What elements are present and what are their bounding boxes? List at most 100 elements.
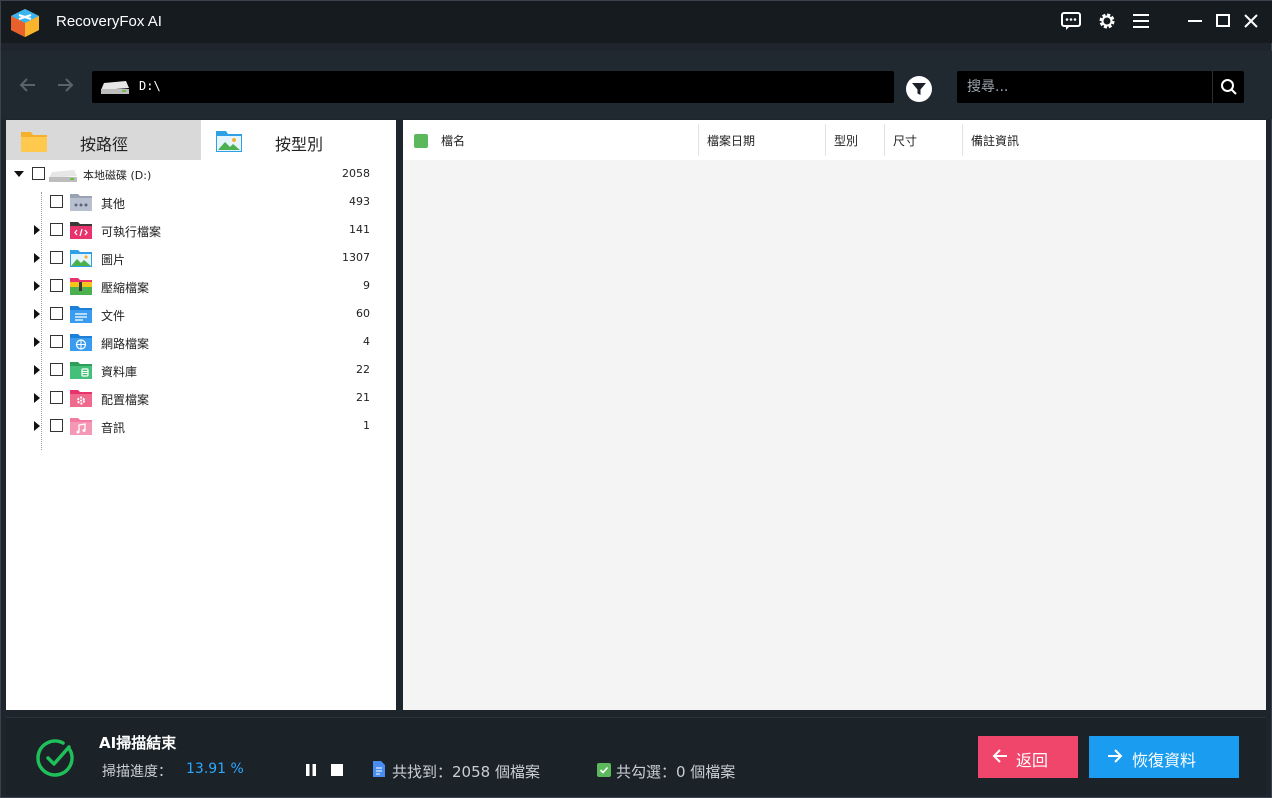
tab-by-path[interactable]: 按路徑: [6, 120, 201, 160]
collapse-arrow-icon[interactable]: [13, 168, 25, 180]
item-checkbox[interactable]: [50, 195, 63, 208]
category-panel: 按路徑 按型別 本地磁碟 (D:) 2058 其他 493 可執行檔案 141 …: [6, 120, 396, 710]
search-icon: [1220, 79, 1237, 95]
item-checkbox[interactable]: [50, 391, 63, 404]
item-count: 9: [363, 279, 370, 292]
column-divider[interactable]: [825, 124, 826, 156]
root-label: 本地磁碟 (D:): [83, 169, 152, 182]
tab-by-type[interactable]: 按型別: [201, 120, 396, 160]
item-checkbox[interactable]: [50, 307, 63, 320]
item-checkbox[interactable]: [50, 251, 63, 264]
path-bar[interactable]: D:\: [92, 71, 894, 103]
item-label: 可執行檔案: [101, 225, 162, 239]
archive-folder-icon: [70, 278, 92, 295]
settings-icon[interactable]: [1095, 10, 1119, 32]
image-folder-icon: [216, 131, 242, 152]
tree-item-documents[interactable]: 文件 60: [6, 300, 396, 328]
picture-folder-icon: [70, 250, 92, 267]
selected-count-text: 共勾選：0 個檔案: [616, 763, 736, 781]
scan-complete-icon: [36, 739, 74, 777]
path-text: D:\: [139, 79, 161, 93]
close-icon[interactable]: [1239, 10, 1263, 32]
recover-button[interactable]: 恢復資料: [1089, 736, 1239, 778]
item-count: 1: [363, 419, 370, 432]
progress-value: 13.91 %: [186, 761, 244, 777]
column-divider[interactable]: [884, 124, 885, 156]
search-input[interactable]: [957, 71, 1212, 103]
filter-button[interactable]: [906, 76, 932, 102]
column-type[interactable]: 型別: [834, 132, 858, 149]
arrow-right-icon: [1108, 749, 1123, 763]
column-notes[interactable]: 備註資訊: [971, 132, 1019, 149]
tree-item-executable[interactable]: 可執行檔案 141: [6, 216, 396, 244]
item-label: 圖片: [101, 253, 126, 267]
item-checkbox[interactable]: [50, 279, 63, 292]
search-button[interactable]: [1212, 71, 1244, 103]
stop-button[interactable]: [331, 764, 343, 776]
filter-icon: [912, 83, 926, 95]
expand-arrow-icon[interactable]: [31, 392, 43, 404]
expand-arrow-icon[interactable]: [31, 252, 43, 264]
maximize-icon[interactable]: [1211, 10, 1235, 32]
item-label: 資料庫: [101, 365, 138, 379]
expand-arrow-icon[interactable]: [31, 364, 43, 376]
item-count: 141: [349, 223, 370, 236]
menu-icon[interactable]: [1129, 10, 1153, 32]
arrow-left-icon: [992, 749, 1007, 763]
column-file-date[interactable]: 檔案日期: [707, 132, 755, 149]
item-checkbox[interactable]: [50, 363, 63, 376]
column-size[interactable]: 尺寸: [893, 132, 917, 149]
tree-item-pictures[interactable]: 圖片 1307: [6, 244, 396, 272]
expand-arrow-icon[interactable]: [31, 280, 43, 292]
column-filename[interactable]: 檔名: [441, 132, 465, 149]
forward-arrow-icon[interactable]: [54, 74, 76, 96]
status-bar: AI掃描結束 掃描進度： 13.91 % 共找到：2058 個檔案 共勾選：0 …: [6, 717, 1266, 795]
item-count: 22: [356, 363, 370, 376]
executable-folder-icon: [70, 222, 92, 239]
root-count: 2058: [342, 167, 370, 180]
column-divider[interactable]: [962, 124, 963, 156]
tab-by-path-label: 按路徑: [80, 135, 129, 154]
pause-button[interactable]: [304, 763, 318, 777]
app-logo-icon: [11, 9, 39, 37]
config-folder-icon: [70, 390, 92, 407]
item-label: 壓縮檔案: [101, 281, 150, 295]
audio-folder-icon: [70, 418, 92, 435]
back-arrow-icon[interactable]: [17, 74, 39, 96]
drive-icon: [49, 170, 77, 182]
tree-item-database[interactable]: 資料庫 22: [6, 356, 396, 384]
expand-arrow-icon[interactable]: [31, 224, 43, 236]
item-checkbox[interactable]: [50, 335, 63, 348]
tree-root-drive[interactable]: 本地磁碟 (D:) 2058: [6, 160, 396, 188]
tree-item-other[interactable]: 其他 493: [6, 188, 396, 216]
file-icon: [373, 761, 385, 777]
tree-item-audio[interactable]: 音訊 1: [6, 412, 396, 440]
item-label: 配置檔案: [101, 393, 150, 407]
expand-arrow-icon[interactable]: [31, 336, 43, 348]
tree-item-archives[interactable]: 壓縮檔案 9: [6, 272, 396, 300]
tree-item-web[interactable]: 網路檔案 4: [6, 328, 396, 356]
item-checkbox[interactable]: [50, 419, 63, 432]
tab-by-type-label: 按型別: [275, 135, 324, 154]
drive-icon: [101, 81, 129, 94]
database-folder-icon: [70, 362, 92, 379]
expand-arrow-icon[interactable]: [31, 420, 43, 432]
pause-icon: [306, 764, 316, 776]
item-count: 60: [356, 307, 370, 320]
root-checkbox[interactable]: [32, 167, 45, 180]
search-bar: [957, 71, 1244, 103]
item-checkbox[interactable]: [50, 223, 63, 236]
back-button[interactable]: 返回: [978, 736, 1078, 778]
file-table-header: 檔名 檔案日期 型別 尺寸 備註資訊: [403, 120, 1266, 160]
expand-arrow-icon[interactable]: [31, 308, 43, 320]
app-title: RecoveryFox AI: [56, 13, 162, 30]
minimize-icon[interactable]: [1183, 10, 1207, 32]
item-count: 21: [356, 391, 370, 404]
column-divider[interactable]: [698, 124, 699, 156]
tree-item-config[interactable]: 配置檔案 21: [6, 384, 396, 412]
file-list-panel: 檔名 檔案日期 型別 尺寸 備註資訊: [403, 120, 1266, 710]
item-count: 4: [363, 335, 370, 348]
select-all-checkbox[interactable]: [414, 134, 428, 148]
item-count: 493: [349, 195, 370, 208]
feedback-icon[interactable]: [1059, 10, 1083, 32]
